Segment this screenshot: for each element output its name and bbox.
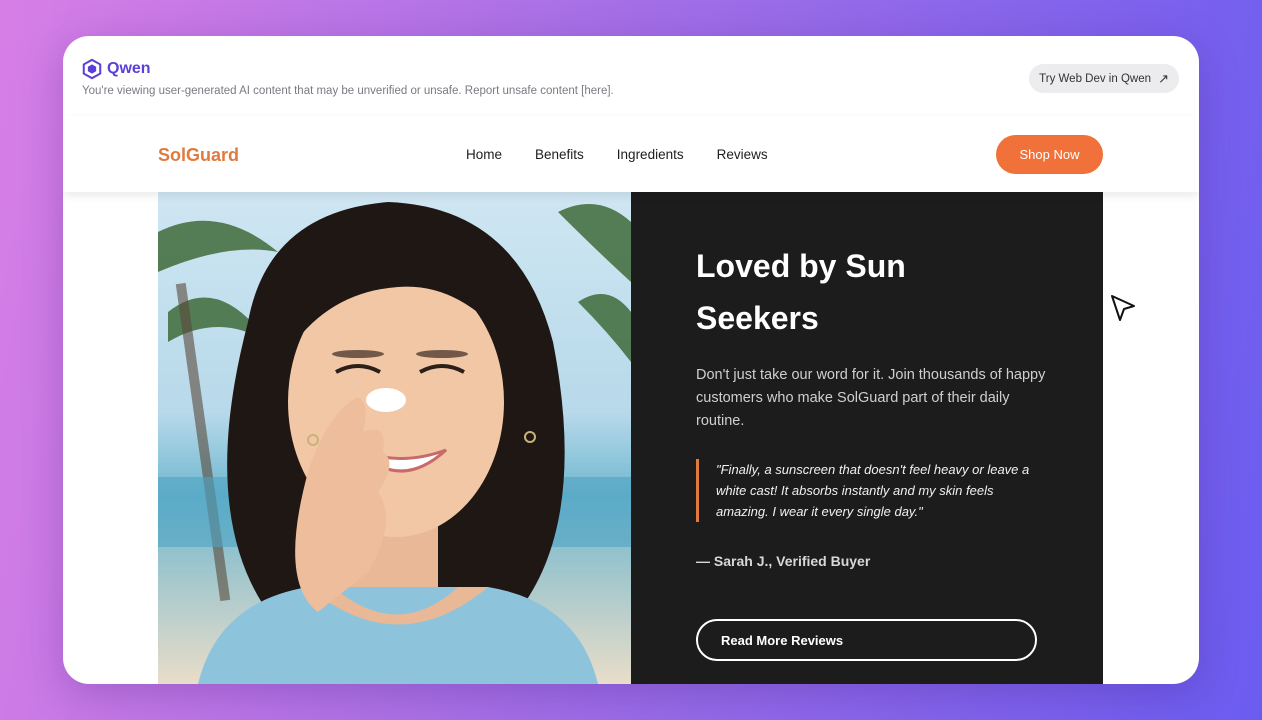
hero-title: Loved by Sun Seekers (696, 248, 906, 336)
hero-section: Loved by Sun Seekers Don't just take our… (158, 192, 1103, 684)
nav-link-home[interactable]: Home (466, 147, 502, 162)
qwen-logo-icon (82, 58, 102, 80)
nav-link-reviews[interactable]: Reviews (717, 147, 768, 162)
qwen-logo[interactable]: Qwen (81, 58, 151, 80)
nav-links: Home Benefits Ingredients Reviews (466, 147, 768, 162)
hero-photo (158, 192, 631, 684)
hero-description: Don't just take our word for it. Join th… (696, 367, 1046, 429)
try-web-dev-label: Try Web Dev in Qwen (1039, 72, 1151, 85)
nav-link-benefits[interactable]: Benefits (535, 147, 584, 162)
disclaimer-text: You're viewing user-generated AI content… (82, 85, 614, 97)
read-more-reviews-button[interactable]: Read More Reviews (696, 619, 1037, 661)
browser-window: Qwen You're viewing user-generated AI co… (63, 36, 1199, 684)
try-web-dev-button[interactable]: Try Web Dev in Qwen ↗ (1029, 64, 1179, 93)
testimonial-author: — Sarah J., Verified Buyer (696, 553, 871, 569)
mouse-cursor-icon (1111, 295, 1135, 321)
woman-applying-sunscreen-image (158, 202, 631, 684)
qwen-banner: Qwen You're viewing user-generated AI co… (63, 36, 1199, 116)
nav-link-ingredients[interactable]: Ingredients (617, 147, 684, 162)
site-navbar: SolGuard Home Benefits Ingredients Revie… (63, 116, 1199, 192)
shop-now-button[interactable]: Shop Now (996, 135, 1103, 174)
testimonial-quote: "Finally, a sunscreen that doesn't feel … (696, 459, 1046, 522)
qwen-brand-name: Qwen (107, 60, 151, 77)
testimonial-panel: Loved by Sun Seekers Don't just take our… (631, 192, 1103, 684)
arrow-up-right-icon: ↗ (1158, 71, 1169, 86)
site-logo[interactable]: SolGuard (158, 145, 239, 166)
